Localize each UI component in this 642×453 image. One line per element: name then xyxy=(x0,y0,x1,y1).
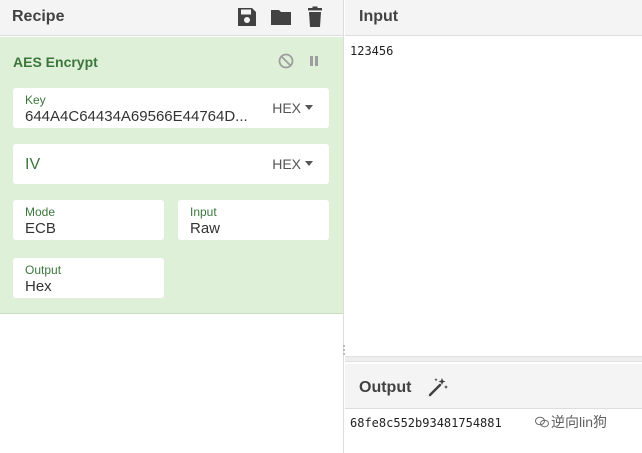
chevron-down-icon xyxy=(305,161,313,166)
wechat-logo-icon xyxy=(535,416,549,428)
key-field[interactable]: Key 644A4C64434A69566E44764D... HEX xyxy=(13,88,329,128)
magic-wand-icon[interactable] xyxy=(427,376,449,398)
key-label: Key xyxy=(25,93,46,107)
aes-encrypt-operation[interactable]: AES Encrypt Key 644A4C64434A69566E44764D… xyxy=(0,37,343,314)
input-format-label: Input xyxy=(190,205,217,219)
input-textarea[interactable]: 123456 xyxy=(350,44,393,58)
output-title: Output xyxy=(359,379,412,396)
mode-label: Mode xyxy=(25,205,56,219)
recipe-header-icons xyxy=(235,5,327,29)
folder-icon[interactable] xyxy=(269,5,293,29)
iv-encoding-label: HEX xyxy=(272,156,301,172)
output-header: Output xyxy=(345,364,642,409)
cyberchef-app: Recipe AES Encrypt Key 644A4C64434A69566… xyxy=(0,0,642,453)
mode-select[interactable]: Mode ECB xyxy=(13,200,164,240)
watermark: 逆向lin狗 xyxy=(535,412,607,432)
key-encoding-label: HEX xyxy=(272,100,301,116)
pause-icon[interactable] xyxy=(305,52,323,70)
save-icon[interactable] xyxy=(235,5,259,29)
horizontal-splitter[interactable] xyxy=(345,356,642,362)
input-title: Input xyxy=(359,8,399,25)
operation-controls xyxy=(277,52,323,70)
input-format-select[interactable]: Input Raw xyxy=(178,200,329,240)
input-format-value: Raw xyxy=(190,220,221,237)
recipe-title: Recipe xyxy=(12,8,65,25)
io-pane: Input 123456 Output 68fe8c552b9348175488… xyxy=(345,0,642,453)
key-value[interactable]: 644A4C64434A69566E44764D... xyxy=(25,108,248,125)
iv-placeholder[interactable]: IV xyxy=(25,156,40,174)
watermark-text: 逆向lin狗 xyxy=(551,414,608,430)
recipe-pane: Recipe AES Encrypt Key 644A4C64434A69566… xyxy=(0,0,344,453)
mode-value: ECB xyxy=(25,220,56,237)
chevron-down-icon xyxy=(305,105,313,110)
iv-encoding-dropdown[interactable]: HEX xyxy=(272,156,313,172)
trash-icon[interactable] xyxy=(303,5,327,29)
recipe-header: Recipe xyxy=(0,0,343,36)
output-format-select[interactable]: Output Hex xyxy=(13,258,164,298)
input-header: Input xyxy=(345,0,642,36)
operation-title: AES Encrypt xyxy=(13,54,98,70)
output-textarea[interactable]: 68fe8c552b93481754881 xyxy=(350,416,502,430)
output-format-label: Output xyxy=(25,263,62,277)
output-format-value: Hex xyxy=(25,278,52,295)
key-encoding-dropdown[interactable]: HEX xyxy=(272,100,313,116)
iv-field[interactable]: IV HEX xyxy=(13,144,329,184)
disable-icon[interactable] xyxy=(277,52,295,70)
